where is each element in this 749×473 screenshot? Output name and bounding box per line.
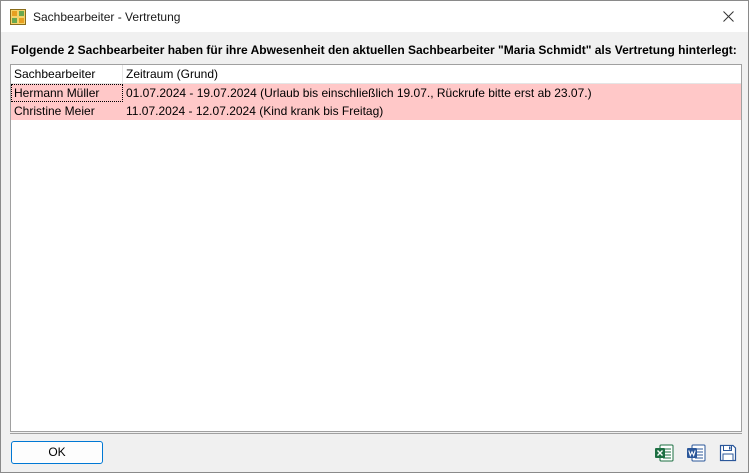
save-button[interactable] xyxy=(718,443,738,463)
ok-button[interactable]: OK xyxy=(11,441,103,464)
save-icon xyxy=(719,444,737,462)
info-headline: Folgende 2 Sachbearbeiter haben für ihre… xyxy=(11,43,737,57)
cell-name: Christine Meier xyxy=(14,104,95,118)
close-icon xyxy=(722,11,734,22)
close-button[interactable] xyxy=(708,1,748,32)
column-header-sachbearbeiter[interactable]: Sachbearbeiter xyxy=(11,65,123,83)
title-bar[interactable]: Sachbearbeiter - Vertretung xyxy=(1,1,748,32)
cell-period: 01.07.2024 - 19.07.2024 (Urlaub bis eins… xyxy=(126,86,592,100)
table-row[interactable]: Christine Meier 11.07.2024 - 12.07.2024 … xyxy=(11,102,741,120)
dialog-window: Sachbearbeiter - Vertretung Folgende 2 S… xyxy=(0,0,749,473)
column-header-zeitraum[interactable]: Zeitraum (Grund) xyxy=(123,65,741,83)
window-title: Sachbearbeiter - Vertretung xyxy=(33,9,181,24)
cell-period: 11.07.2024 - 12.07.2024 (Kind krank bis … xyxy=(126,104,384,118)
grid-app-icon xyxy=(10,8,26,25)
footer-divider xyxy=(10,433,742,434)
word-icon xyxy=(687,444,706,462)
export-word-button[interactable] xyxy=(686,443,706,463)
excel-icon xyxy=(655,444,674,462)
table-row[interactable]: Hermann Müller 01.07.2024 - 19.07.2024 (… xyxy=(11,84,741,102)
table-header: Sachbearbeiter Zeitraum (Grund) xyxy=(11,65,741,84)
substitutes-table[interactable]: Sachbearbeiter Zeitraum (Grund) Hermann … xyxy=(10,64,742,432)
cell-name: Hermann Müller xyxy=(11,84,123,102)
export-excel-button[interactable] xyxy=(654,443,674,463)
